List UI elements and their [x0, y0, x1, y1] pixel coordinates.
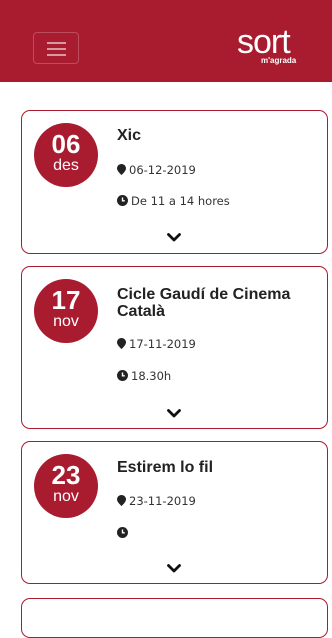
- event-title[interactable]: Cicle Gaudí de Cinema Català: [117, 286, 317, 320]
- map-marker-icon: [117, 164, 126, 175]
- event-card[interactable]: 23 nov Estirem lo fil 23-11-2019: [21, 441, 328, 584]
- event-month: nov: [53, 313, 79, 330]
- chevron-down-icon[interactable]: [167, 409, 181, 418]
- clock-icon: [117, 527, 128, 538]
- event-date-line: 06-12-2019: [117, 163, 196, 177]
- event-card[interactable]: 06 des Xic 06-12-2019 De 11 a 14 hores: [21, 110, 328, 254]
- event-time-line: De 11 a 14 hores: [117, 194, 230, 208]
- event-time: De 11 a 14 hores: [131, 194, 230, 208]
- event-day: 23: [51, 460, 81, 490]
- top-navbar: sort m'agrada: [0, 0, 332, 82]
- event-title[interactable]: Estirem lo fil: [117, 459, 317, 476]
- event-date-badge: 17 nov: [34, 279, 98, 343]
- event-title[interactable]: Xic: [117, 127, 317, 144]
- clock-icon: [117, 370, 128, 381]
- logo-tagline: m'agrada: [261, 56, 297, 65]
- hamburger-menu-button[interactable]: [33, 32, 79, 64]
- event-day: 06: [51, 129, 81, 159]
- event-date-badge: 23 nov: [34, 454, 98, 518]
- event-date: 06-12-2019: [129, 163, 196, 177]
- event-date-line: 17-11-2019: [117, 337, 196, 351]
- sort-logo[interactable]: sort m'agrada: [237, 23, 311, 68]
- map-marker-icon: [117, 338, 126, 349]
- hamburger-line: [47, 48, 66, 50]
- event-card[interactable]: 17 nov Cicle Gaudí de Cinema Català 17-1…: [21, 266, 328, 429]
- event-date-line: 23-11-2019: [117, 494, 196, 508]
- event-date-badge: 06 des: [34, 123, 98, 187]
- map-marker-icon: [117, 495, 126, 506]
- event-date: 23-11-2019: [129, 494, 196, 508]
- chevron-down-icon[interactable]: [167, 564, 181, 573]
- hamburger-line: [47, 54, 66, 56]
- event-month: des: [53, 157, 79, 174]
- hamburger-menu-icon: [47, 42, 66, 44]
- clock-icon: [117, 195, 128, 206]
- event-time-line: 18.30h: [117, 369, 171, 383]
- chevron-down-icon[interactable]: [167, 233, 181, 242]
- event-day: 17: [51, 285, 81, 315]
- event-time-line: [117, 526, 131, 540]
- event-month: nov: [53, 488, 79, 505]
- event-time: 18.30h: [131, 369, 172, 383]
- event-card[interactable]: [21, 598, 328, 638]
- event-date: 17-11-2019: [129, 337, 196, 351]
